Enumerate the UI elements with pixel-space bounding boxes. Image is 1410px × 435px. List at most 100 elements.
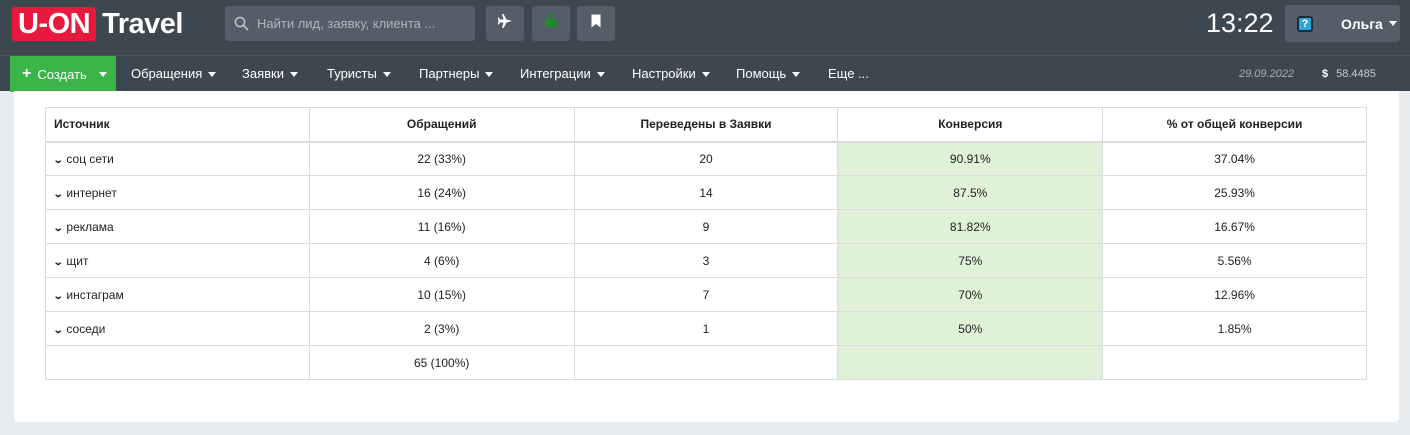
chevron-down-icon [382,72,391,78]
nav-item-tourists[interactable]: Туристы [327,56,391,92]
table-row[interactable]: ⌄ щит 4 (6%) 3 75% 5.56% [45,243,1367,278]
chevron-down-icon[interactable]: ⌄ [53,155,64,166]
chevron-down-icon[interactable]: ⌄ [53,223,64,234]
bookmark-icon [590,14,602,33]
share-cell: 37.04% [1102,141,1367,176]
search-icon [225,16,257,31]
source-cell[interactable]: ⌄ реклама [45,209,310,244]
column-header-requests[interactable]: Обращений [308,107,575,143]
plus-icon: + [22,65,32,82]
report-card: Источник Обращений Переведены в Заявки К… [14,91,1399,422]
main-nav: + Создать Обращения Заявки Туристы Партн… [0,55,1410,92]
chevron-down-icon[interactable]: ⌄ [53,291,64,302]
top-header: U-ON Travel 13:22 ? Ольга [0,0,1410,55]
table-header-row: Источник Обращений Переведены в Заявки К… [45,107,1367,143]
user-name: Ольга [1341,15,1383,32]
table-row[interactable]: ⌄ интернет 16 (24%) 14 87.5% 25.93% [45,175,1367,210]
column-header-conversion[interactable]: Конверсия [837,107,1104,143]
nav-item-help[interactable]: Помощь [736,56,801,92]
share-cell: 12.96% [1102,277,1367,312]
nav-item-label: Еще ... [828,66,869,81]
conversion-cell: 87.5% [837,175,1104,210]
help-icon[interactable]: ? [1297,15,1313,32]
requests-cell: 4 (6%) [308,243,575,278]
converted-cell: 9 [573,209,839,244]
source-label: соседи [66,321,106,336]
clock: 13:22 [1206,8,1274,38]
source-label: интернет [66,185,117,200]
nav-item-requests[interactable]: Обращения [131,56,217,92]
nav-item-integrations[interactable]: Интеграции [520,56,605,92]
source-cell[interactable]: ⌄ соседи [45,311,310,346]
logo-mark: U-ON [12,7,97,41]
nav-item-more[interactable]: Еще ... [828,56,869,92]
chevron-down-icon[interactable]: ⌄ [53,189,64,200]
converted-cell: 14 [573,175,839,210]
nav-item-label: Туристы [327,66,377,81]
converted-cell: 7 [573,277,839,312]
source-label: реклама [66,219,114,234]
chevron-down-icon [98,71,107,77]
converted-cell: 20 [573,141,839,176]
conversion-cell: 90.91% [837,141,1104,176]
current-date: 29.09.2022 [1239,68,1295,80]
nav-item-settings[interactable]: Настройки [632,56,710,92]
currency-rate: $58.4485 [1322,56,1376,92]
tours-button[interactable] [532,6,570,41]
table-row[interactable]: ⌄ инстаграм 10 (15%) 7 70% 12.96% [45,277,1367,312]
table-total-row: 65 (100%) [45,345,1367,380]
column-header-share[interactable]: % от общей конверсии [1102,107,1367,143]
bookmarks-button[interactable] [577,6,615,41]
chevron-down-icon [485,72,494,78]
create-button[interactable]: + Создать [10,56,116,92]
create-label: Создать [37,66,87,82]
search-input[interactable] [257,16,467,31]
chevron-down-icon [792,72,801,78]
conversion-cell: 70% [837,277,1104,312]
source-label: соц сети [66,151,114,166]
share-cell: 5.56% [1102,243,1367,278]
source-cell[interactable]: ⌄ соц сети [45,141,310,176]
total-source-cell [45,345,310,380]
total-converted-cell [573,345,839,380]
table-row[interactable]: ⌄ соц сети 22 (33%) 20 90.91% 37.04% [45,141,1367,176]
total-share-cell [1102,345,1367,380]
requests-cell: 16 (24%) [308,175,575,210]
chevron-down-icon [289,72,298,78]
source-cell[interactable]: ⌄ интернет [45,175,310,210]
dollar-icon: $ [1322,68,1329,80]
chevron-down-icon[interactable]: ⌄ [53,325,64,336]
converted-cell: 3 [573,243,839,278]
chevron-down-icon [208,72,217,78]
rate-value: 58.4485 [1336,68,1376,80]
chevron-down-icon [701,72,710,78]
nav-item-label: Настройки [632,66,696,81]
nav-item-label: Партнеры [419,66,480,81]
flights-button[interactable] [486,6,524,41]
source-conversion-table: Источник Обращений Переведены в Заявки К… [45,107,1367,380]
share-cell: 16.67% [1102,209,1367,244]
share-cell: 25.93% [1102,175,1367,210]
table-row[interactable]: ⌄ соседи 2 (3%) 1 50% 1.85% [45,311,1367,346]
column-header-converted[interactable]: Переведены в Заявки [573,107,839,143]
nav-item-partners[interactable]: Партнеры [419,56,494,92]
column-header-source[interactable]: Источник [45,107,310,143]
global-search[interactable] [225,6,475,41]
conversion-cell: 81.82% [837,209,1104,244]
requests-cell: 22 (33%) [308,141,575,176]
chevron-down-icon[interactable]: ⌄ [53,257,64,268]
nav-item-orders[interactable]: Заявки [242,56,298,92]
user-menu[interactable]: ? Ольга [1285,5,1400,42]
logo-text: Travel [102,7,183,40]
airplane-icon [497,13,513,34]
requests-cell: 2 (3%) [308,311,575,346]
table-row[interactable]: ⌄ реклама 11 (16%) 9 81.82% 16.67% [45,209,1367,244]
source-label: инстаграм [66,287,124,302]
app-logo[interactable]: U-ON Travel [12,7,183,41]
bag-icon [544,13,558,33]
source-cell[interactable]: ⌄ инстаграм [45,277,310,312]
chevron-down-icon [1388,21,1397,26]
source-cell[interactable]: ⌄ щит [45,243,310,278]
share-cell: 1.85% [1102,311,1367,346]
converted-cell: 1 [573,311,839,346]
